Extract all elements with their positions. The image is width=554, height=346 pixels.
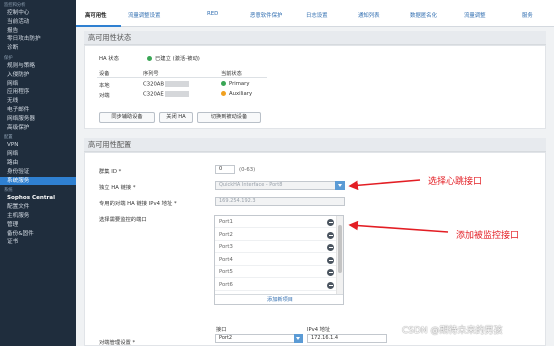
col-ipv4: IPv4 地址 bbox=[307, 327, 331, 333]
row-peer-device: 对端 bbox=[99, 93, 110, 99]
peer-ipv4-input[interactable]: 172.16.1.4 bbox=[307, 334, 387, 343]
col-interface: 接口 bbox=[216, 327, 227, 333]
row-local-state: Primary bbox=[221, 81, 249, 87]
sidebar-item-10[interactable]: 应用程序 bbox=[0, 88, 76, 97]
sidebar-item-26[interactable]: 备份&固件 bbox=[0, 230, 76, 239]
tab-notification-list[interactable]: 通知列表 bbox=[358, 11, 380, 19]
peer-ip-label: 专用的对端 HA 链接 IPv4 地址 * bbox=[99, 201, 177, 207]
row-peer-state: Auxiliary bbox=[221, 91, 252, 97]
sidebar-item-16[interactable]: VPN bbox=[0, 141, 76, 150]
heartbeat-annotation: 选择心跳接口 bbox=[428, 177, 483, 187]
app-window: 监控和分析 控制中心 当前活动 报告 零日攻击防护 诊断 保护 规则与策略 入侵防护 网络 应用程序… bbox=[0, 0, 554, 346]
sidebar-item-8[interactable]: 入侵防护 bbox=[0, 71, 76, 80]
tab-log-settings[interactable]: 日志设置 bbox=[306, 11, 328, 19]
remove-icon[interactable] bbox=[327, 281, 334, 289]
peer-mgmt-label: 对端管理设置 * bbox=[99, 340, 136, 346]
ha-status-value: 已建立 (激活-被动) bbox=[147, 54, 200, 62]
sidebar-item-24[interactable]: 主机服务 bbox=[0, 212, 76, 221]
add-new-item-button[interactable]: 添加新项目 bbox=[215, 294, 343, 304]
sidebar-section-6: 保护 bbox=[4, 55, 13, 61]
sidebar-item-11[interactable]: 无线 bbox=[0, 97, 76, 106]
port-list-item[interactable]: Port5 bbox=[215, 266, 337, 278]
orange-status-icon bbox=[221, 91, 226, 96]
sidebar-item-22[interactable]: Sophos Central bbox=[0, 194, 76, 203]
sidebar-item-7[interactable]: 规则与策略 bbox=[0, 62, 76, 71]
monitor-port-list[interactable]: Port1Port2Port3Port4Port5Port6Port7 添加新项… bbox=[214, 215, 344, 305]
sidebar-item-12[interactable]: 电子邮件 bbox=[0, 106, 76, 115]
redaction-mask bbox=[165, 81, 190, 87]
peer-ip-input[interactable]: 169.254.192.3 bbox=[215, 197, 345, 206]
sidebar-item-1[interactable]: 控制中心 bbox=[0, 9, 76, 18]
remove-icon[interactable] bbox=[327, 231, 334, 239]
sidebar-item-2[interactable]: 当前活动 bbox=[0, 18, 76, 27]
port-list-item[interactable]: Port4 bbox=[215, 254, 337, 266]
sidebar-section-0: 监控和分析 bbox=[4, 3, 26, 8]
remove-icon[interactable] bbox=[327, 244, 334, 251]
tab-data-anonymization[interactable]: 数据匿名化 bbox=[410, 11, 437, 19]
cluster-id-range: (0-63) bbox=[239, 167, 256, 173]
sidebar-section-21: 系统 bbox=[4, 188, 13, 194]
sidebar-item-17[interactable]: 网络 bbox=[0, 150, 76, 159]
chevron-down-icon[interactable] bbox=[335, 181, 345, 190]
sidebar-item-25[interactable]: 管理 bbox=[0, 221, 76, 230]
sidebar-item-14[interactable]: 高级保护 bbox=[0, 124, 76, 133]
tab-traffic-shaping[interactable]: 流量调整 bbox=[464, 11, 486, 19]
ha-status-label: HA 状态 bbox=[99, 56, 119, 62]
tab-services[interactable]: 服务 bbox=[522, 11, 533, 19]
ha-status-panel: HA 状态 已建立 (激活-被动) 设备 序列号 当前状态 本地 C320AB … bbox=[84, 45, 546, 129]
scroll-thumb[interactable] bbox=[338, 225, 342, 273]
watermark: CSDN @期待未来的男孩 bbox=[402, 326, 503, 336]
green-status-icon bbox=[221, 81, 226, 86]
remove-icon[interactable] bbox=[327, 269, 334, 276]
monitor-ports-label: 选择需要监控的端口 bbox=[99, 217, 147, 223]
col-state: 当前状态 bbox=[221, 71, 242, 77]
sidebar-item-5[interactable]: 诊断 bbox=[0, 44, 76, 53]
disable-ha-button[interactable]: 关闭 HA bbox=[159, 112, 193, 123]
sidebar-item-27[interactable]: 证书 bbox=[0, 238, 76, 247]
ha-status-title: 高可用性状态 bbox=[84, 31, 546, 45]
col-device: 设备 bbox=[99, 71, 110, 77]
sidebar-item-20[interactable]: 系统服务 bbox=[0, 176, 76, 186]
sidebar-item-4[interactable]: 零日攻击防护 bbox=[0, 35, 76, 44]
ha-config-title: 高可用性配置 bbox=[84, 138, 546, 152]
tab-red[interactable]: RED bbox=[207, 11, 218, 17]
ha-link-label: 独立 HA 链接 * bbox=[99, 185, 136, 191]
port-list-item[interactable]: Port6 bbox=[215, 279, 337, 291]
sidebar-item-13[interactable]: 网络服务器 bbox=[0, 115, 76, 124]
sidebar-item-3[interactable]: 报告 bbox=[0, 27, 76, 36]
port-list-item[interactable]: Port3 bbox=[215, 241, 337, 253]
switch-to-passive-button[interactable]: 切换到被动设备 bbox=[197, 112, 261, 123]
table-divider bbox=[97, 77, 267, 78]
remove-icon[interactable] bbox=[327, 219, 334, 226]
sidebar-section-15: 配置 bbox=[4, 135, 13, 141]
row-peer-serial: C320AE bbox=[143, 91, 189, 98]
sidebar-item-9[interactable]: 网络 bbox=[0, 80, 76, 89]
cluster-id-input[interactable]: 0 bbox=[215, 165, 235, 174]
redaction-mask bbox=[164, 91, 189, 97]
ha-link-select[interactable]: QuickHA Interface - Port8 bbox=[215, 181, 345, 190]
sidebar: 监控和分析 控制中心 当前活动 报告 零日攻击防护 诊断 保护 规则与策略 入侵防护 网络 应用程序… bbox=[0, 0, 76, 346]
port-list-item[interactable]: Port1 bbox=[215, 216, 337, 228]
tab-malware-protection[interactable]: 恶意软件保护 bbox=[250, 11, 282, 19]
col-serial: 序列号 bbox=[143, 71, 159, 77]
cluster-id-label: 群集 ID * bbox=[99, 169, 122, 175]
sidebar-item-23[interactable]: 配置文件 bbox=[0, 203, 76, 212]
monitor-annotation: 添加被监控接口 bbox=[456, 231, 520, 241]
row-local-device: 本地 bbox=[99, 83, 110, 89]
tab-high-availability[interactable]: 高可用性 bbox=[85, 11, 107, 19]
main-content: 高可用性状态 HA 状态 已建立 (激活-被动) 设备 序列号 当前状态 本地 … bbox=[76, 27, 554, 346]
chevron-down-icon[interactable] bbox=[294, 334, 303, 343]
sync-auxiliary-button[interactable]: 同步辅助设备 bbox=[99, 112, 155, 123]
tab-bar: 高可用性 流量调整设置 RED 恶意软件保护 日志设置 通知列表 数据匿名化 流… bbox=[76, 0, 554, 27]
peer-interface-select[interactable]: Port2 bbox=[215, 334, 303, 343]
remove-icon[interactable] bbox=[327, 256, 334, 264]
row-local-serial: C320AB bbox=[143, 81, 190, 88]
scrollbar[interactable] bbox=[336, 216, 343, 296]
sidebar-item-19[interactable]: 身份验证 bbox=[0, 168, 76, 177]
green-status-icon bbox=[147, 56, 152, 61]
sidebar-item-18[interactable]: 路由 bbox=[0, 159, 76, 168]
port-list-item[interactable]: Port2 bbox=[215, 229, 337, 241]
tab-traffic-shaping-settings[interactable]: 流量调整设置 bbox=[128, 11, 160, 19]
